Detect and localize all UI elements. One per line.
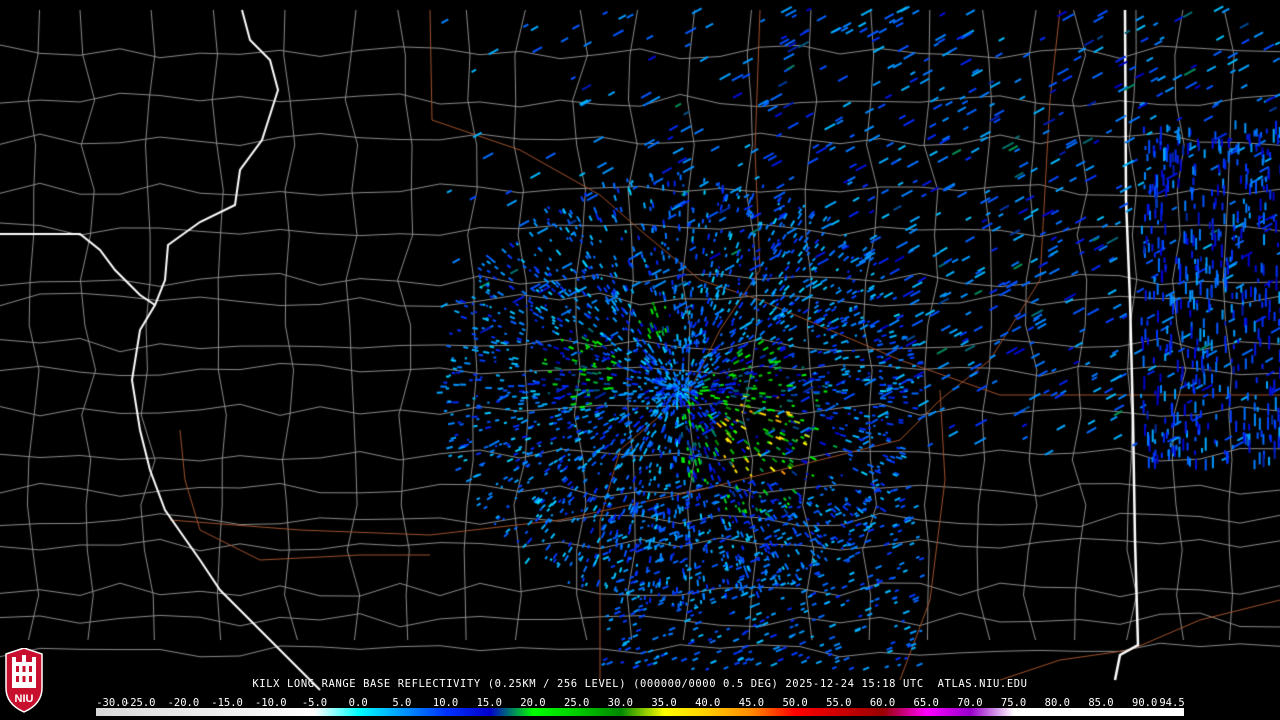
radar-map — [0, 0, 1280, 720]
product-title: KILX LONG RANGE BASE REFLECTIVITY (0.25K… — [252, 678, 1028, 690]
reflectivity-color-bar — [96, 708, 1184, 716]
